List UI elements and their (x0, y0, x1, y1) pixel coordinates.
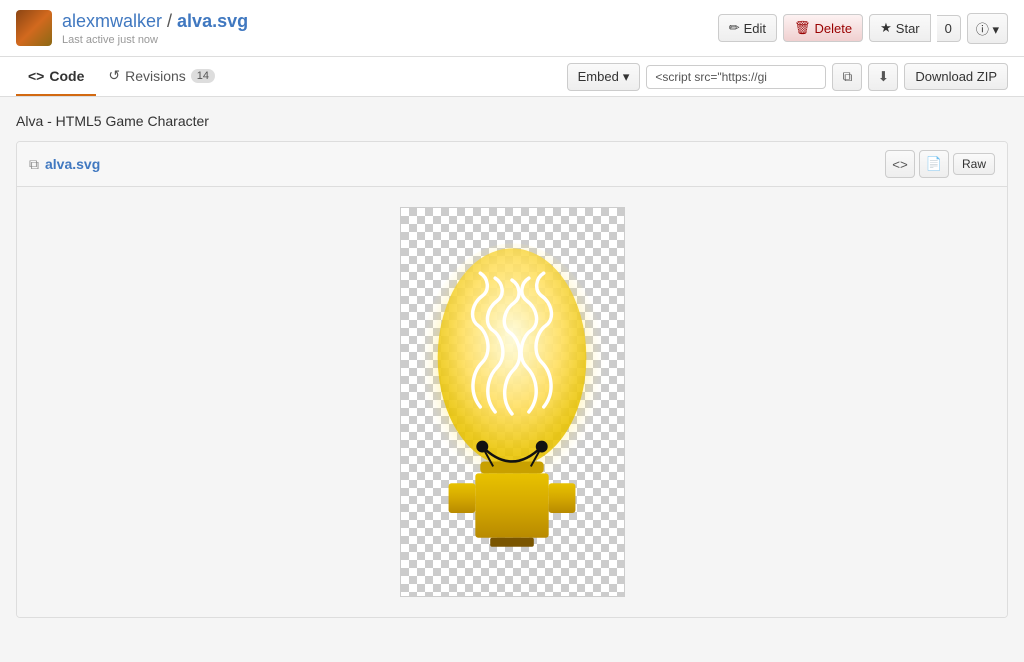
avatar-image (16, 10, 52, 46)
star-count: 0 (937, 15, 961, 42)
file-doc-button[interactable]: 📄 (919, 150, 949, 178)
header-right: ✏ Edit 🗑 Delete ★ Star 0 ⓘ ▾ (718, 13, 1008, 44)
revisions-count-badge: 14 (191, 69, 215, 83)
file-header: ⧉ alva.svg <> 📄 Raw (17, 142, 1007, 187)
star-button[interactable]: ★ Star (869, 14, 931, 42)
download-icon: ⬇ (878, 69, 889, 85)
header-left: alexmwalker / alva.svg Last active just … (16, 10, 248, 46)
tab-code[interactable]: <> Code (16, 58, 96, 96)
content-area: Alva - HTML5 Game Character ⧉ alva.svg <… (0, 97, 1024, 634)
download-zip-button[interactable]: Download ZIP (904, 63, 1008, 90)
star-icon: ★ (880, 20, 892, 36)
file-header-left: ⧉ alva.svg (29, 156, 100, 173)
raw-button[interactable]: Raw (953, 153, 995, 175)
file-name-link[interactable]: alva.svg (45, 156, 100, 172)
edit-icon: ✏ (729, 20, 740, 36)
download-zip-label: Download ZIP (915, 69, 997, 84)
download-button[interactable]: ⬇ (868, 63, 898, 91)
embed-label: Embed (578, 69, 619, 84)
file-type-icon: ⧉ (29, 156, 39, 173)
file-header-right: <> 📄 Raw (885, 150, 995, 178)
header: alexmwalker / alva.svg Last active just … (0, 0, 1024, 57)
delete-button[interactable]: 🗑 Delete (783, 14, 863, 42)
embed-script-input[interactable]: <script src="https://gi (646, 65, 826, 89)
code-bracket-icon: <> (28, 68, 44, 84)
svg-preview-container (400, 207, 625, 597)
tabs-bar: <> Code ↺ Revisions 14 Embed ▾ <script s… (0, 57, 1024, 97)
file-code-icon: <> (892, 157, 908, 172)
tab-code-label: Code (49, 68, 84, 84)
edit-button[interactable]: ✏ Edit (718, 14, 777, 42)
delete-icon: 🗑 (794, 20, 811, 36)
avatar (16, 10, 52, 46)
embed-chevron-icon: ▾ (623, 69, 630, 85)
tabs-right: Embed ▾ <script src="https://gi ⧉ ⬇ Down… (567, 63, 1008, 91)
last-active-text: Last active just now (62, 34, 248, 46)
tabs-left: <> Code ↺ Revisions 14 (16, 57, 227, 96)
svg-artwork (401, 208, 624, 596)
delete-label: Delete (815, 21, 853, 36)
revisions-icon: ↺ (108, 67, 120, 84)
slash: / (162, 11, 177, 31)
tab-revisions[interactable]: ↺ Revisions 14 (96, 57, 227, 96)
info-button[interactable]: ⓘ ▾ (967, 13, 1008, 44)
file-card: ⧉ alva.svg <> 📄 Raw (16, 141, 1008, 618)
file-doc-icon: 📄 (926, 156, 943, 172)
copy-icon: ⧉ (843, 69, 853, 85)
file-preview (17, 187, 1007, 617)
edit-label: Edit (744, 21, 766, 36)
tab-revisions-label: Revisions (125, 68, 186, 84)
embed-script-text: <script src="https://gi (655, 70, 767, 84)
file-code-button[interactable]: <> (885, 150, 915, 178)
raw-label: Raw (962, 157, 986, 171)
page-description: Alva - HTML5 Game Character (16, 113, 1008, 129)
repo-name: alexmwalker / alva.svg (62, 11, 248, 32)
info-icon: ⓘ ▾ (976, 19, 999, 38)
repo-title: alexmwalker / alva.svg Last active just … (62, 11, 248, 46)
user-link[interactable]: alexmwalker (62, 11, 162, 31)
star-label: Star (896, 21, 920, 36)
copy-button[interactable]: ⧉ (832, 63, 862, 91)
repo-link[interactable]: alva.svg (177, 11, 248, 31)
embed-button[interactable]: Embed ▾ (567, 63, 641, 91)
